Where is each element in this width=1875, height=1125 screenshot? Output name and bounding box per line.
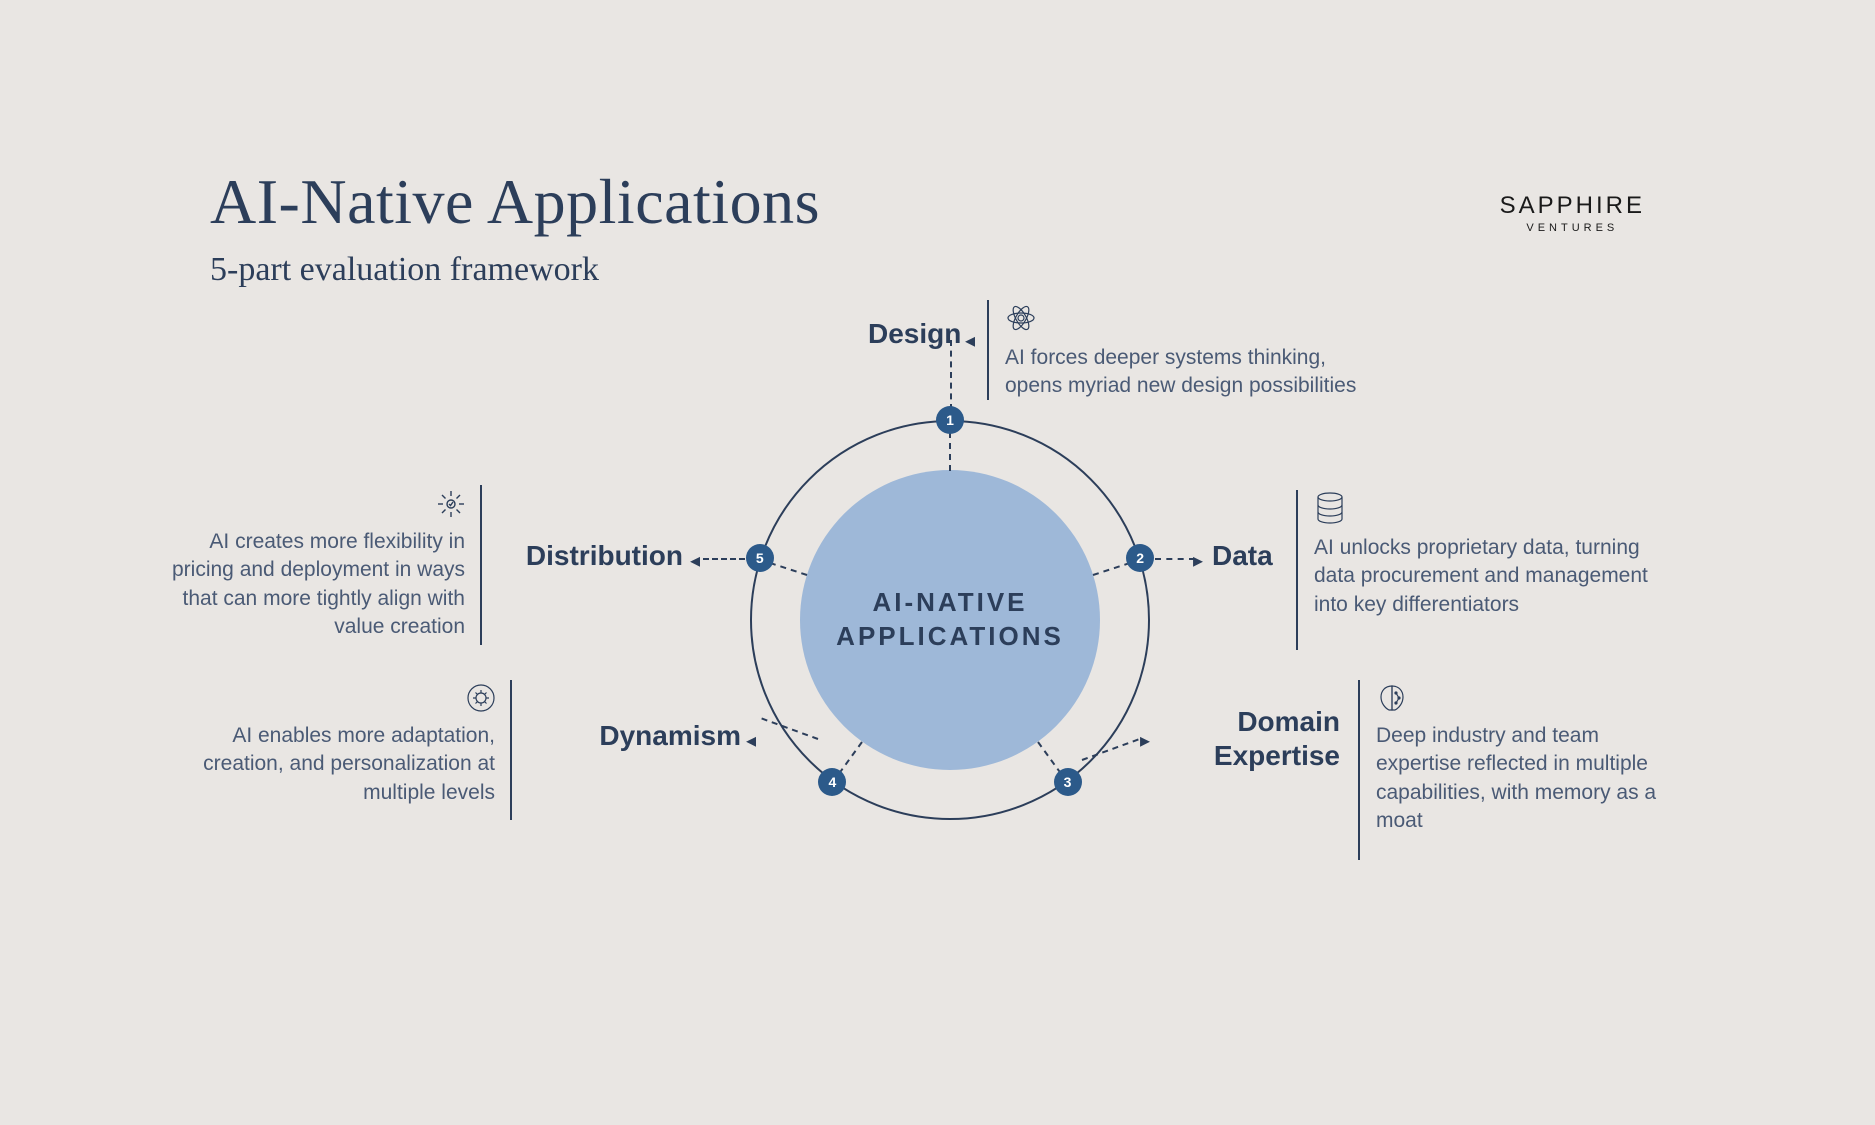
connector-5	[703, 558, 745, 560]
divider-data	[1296, 490, 1298, 650]
radial-diagram: AI-NATIVE APPLICATIONS 1 2 3 4 5	[750, 420, 1150, 820]
page-subtitle: 5-part evaluation framework	[210, 251, 820, 289]
label-dynamism: Dynamism	[526, 720, 741, 752]
node-4: 4	[818, 768, 846, 796]
logo-sub: VENTURES	[1500, 222, 1645, 234]
label-distribution: Distribution	[498, 540, 683, 572]
center-label: AI-NATIVE APPLICATIONS	[836, 586, 1064, 654]
divider-distribution	[480, 485, 482, 645]
connector-1	[950, 340, 1030, 410]
node-3: 3	[1054, 768, 1082, 796]
bracket-data: ▸	[1193, 548, 1203, 573]
center-line-2: APPLICATIONS	[836, 621, 1064, 651]
bracket-domain: ▸	[1140, 728, 1150, 753]
page-title: AI-Native Applications	[210, 165, 820, 239]
node-1: 1	[936, 406, 964, 434]
desc-data: AI unlocks proprietary data, turning dat…	[1314, 534, 1654, 619]
desc-distribution: AI creates more flexibility in pricing a…	[170, 528, 465, 641]
atom-icon	[1005, 302, 1037, 334]
divider-dynamism	[510, 680, 512, 820]
desc-dynamism: AI enables more adaptation, creation, an…	[170, 722, 495, 807]
logo-main: SAPPHIRE	[1500, 192, 1645, 220]
desc-domain: Deep industry and team expertise reflect…	[1376, 722, 1686, 835]
sparkle-icon	[435, 488, 467, 520]
inner-circle: AI-NATIVE APPLICATIONS	[800, 470, 1100, 770]
label-design: Design	[868, 318, 958, 350]
node-5: 5	[746, 544, 774, 572]
bracket-distribution: ◂	[690, 548, 700, 573]
database-icon	[1314, 492, 1346, 524]
node-2: 2	[1126, 544, 1154, 572]
label-data: Data	[1212, 540, 1273, 572]
connector-2	[1155, 558, 1195, 560]
header: AI-Native Applications 5-part evaluation…	[210, 165, 820, 289]
logo: SAPPHIRE VENTURES	[1500, 192, 1645, 234]
bracket-dynamism: ◂	[746, 728, 756, 753]
gear-icon	[465, 682, 497, 714]
desc-design: AI forces deeper systems thinking, opens…	[1005, 344, 1365, 401]
center-line-1: AI-NATIVE	[872, 587, 1027, 617]
label-domain: Domain Expertise	[1160, 705, 1340, 772]
divider-domain	[1358, 680, 1360, 860]
brain-icon	[1376, 682, 1408, 714]
